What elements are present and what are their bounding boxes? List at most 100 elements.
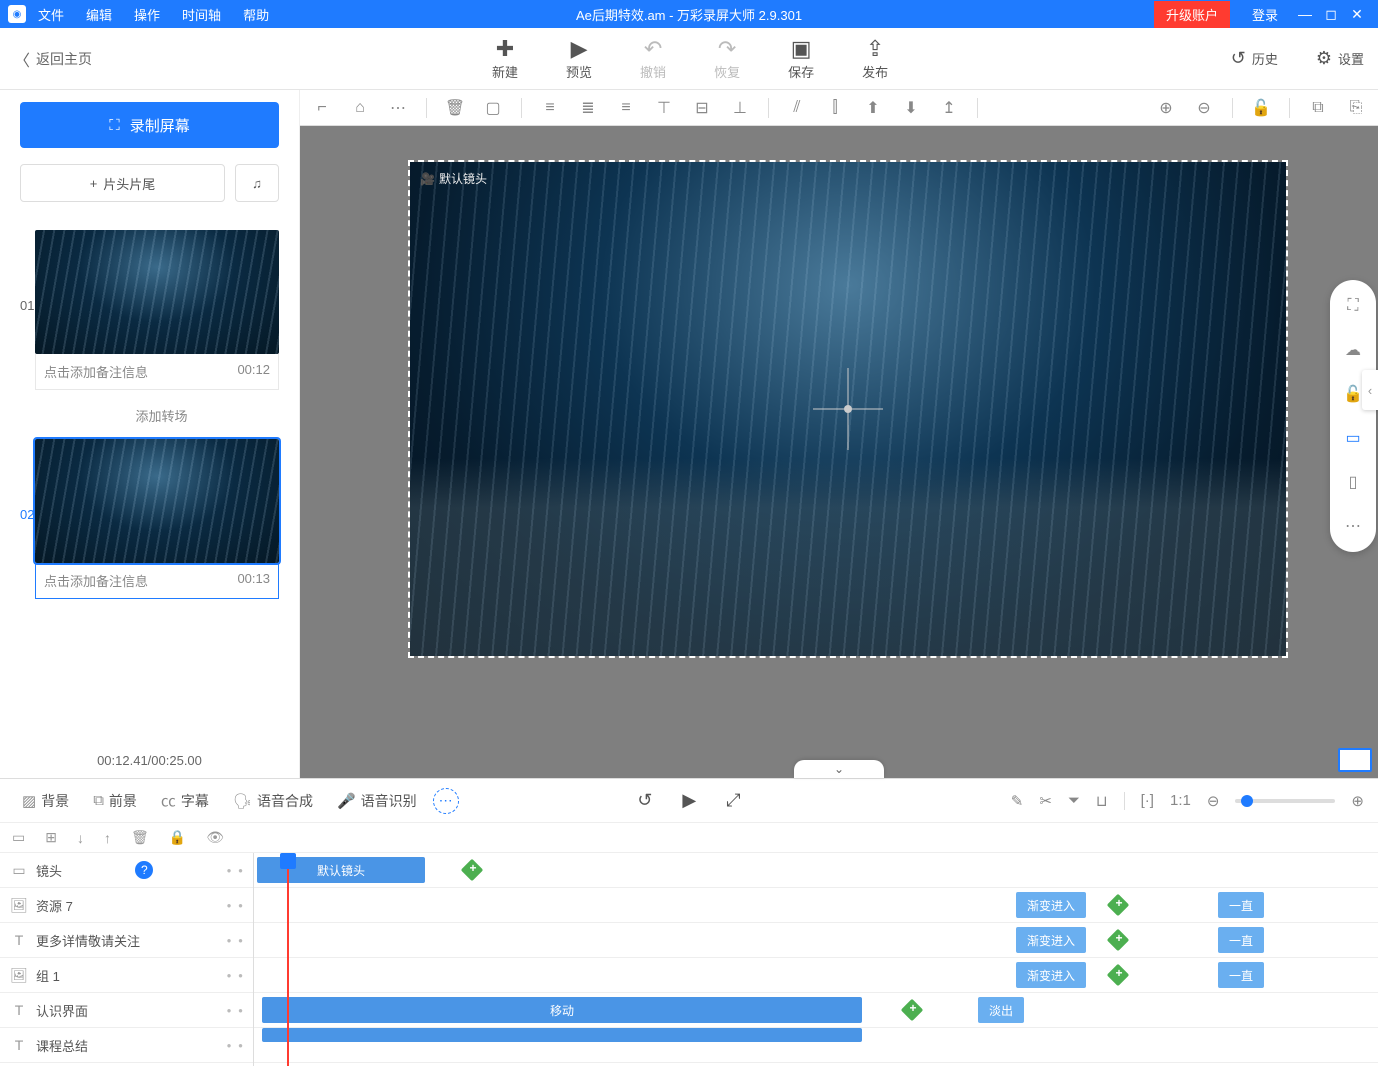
track-camera-lane[interactable]: 默认镜头	[254, 853, 1378, 888]
bracket-icon[interactable]: [·]	[1141, 792, 1154, 809]
playhead[interactable]	[287, 853, 289, 1066]
track-txt3-lane[interactable]	[254, 1028, 1378, 1063]
keyframe-icon[interactable]	[901, 999, 924, 1022]
align-left-icon[interactable]: ≡	[536, 94, 564, 122]
aspect-ratio-button[interactable]	[1338, 748, 1372, 772]
expand-icon[interactable]: ⤢	[726, 790, 740, 811]
track-resource-header[interactable]: 🖼资源 7● ●	[0, 888, 253, 923]
clip-fadein[interactable]: 渐变进入	[1016, 892, 1086, 918]
trash-icon[interactable]: 🗑	[441, 94, 469, 122]
edit-icon[interactable]: ✎	[1011, 792, 1024, 810]
align-right-icon[interactable]: ≡	[612, 94, 640, 122]
paste-icon[interactable]: ⎘	[1342, 94, 1370, 122]
keyframe-icon[interactable]	[461, 859, 484, 882]
mobile-icon[interactable]: ▯	[1341, 470, 1365, 494]
filter-icon[interactable]: ⏷	[1068, 792, 1080, 809]
tab-more[interactable]: ⋯	[433, 788, 459, 814]
align-middle-icon[interactable]: ⊟	[688, 94, 716, 122]
ruler-icon[interactable]: ⌐	[308, 94, 336, 122]
menu-file[interactable]: 文件	[38, 5, 64, 24]
copy-icon[interactable]: ⧉	[1304, 94, 1332, 122]
clip-fadeout[interactable]: 淡出	[978, 997, 1024, 1023]
align-center-icon[interactable]: ≣	[574, 94, 602, 122]
clip-always[interactable]: 一直	[1218, 892, 1264, 918]
play-icon[interactable]: ▶	[682, 790, 696, 811]
focus-icon[interactable]: ▢	[479, 94, 507, 122]
distribute-v-icon[interactable]: ⫿	[821, 94, 849, 122]
keyframe-icon[interactable]	[1107, 894, 1130, 917]
track-camera-header[interactable]: ▭镜头?● ●	[0, 853, 253, 888]
keyframe-icon[interactable]	[1107, 929, 1130, 952]
add-transition-button[interactable]: 添加转场	[44, 400, 279, 439]
preview-button[interactable]: ▶预览	[566, 36, 592, 81]
zoom-out-icon[interactable]: ⊖	[1190, 94, 1218, 122]
music-button[interactable]: ♫	[235, 164, 279, 202]
tab-foreground[interactable]: ⧉前景	[85, 786, 145, 816]
redo-button[interactable]: ↷恢复	[714, 36, 740, 81]
arrange-front-icon[interactable]: ↥	[935, 94, 963, 122]
login-button[interactable]: 登录	[1252, 5, 1278, 24]
home-icon[interactable]: ⌂	[346, 94, 374, 122]
clip-always[interactable]: 一直	[1218, 962, 1264, 988]
track-txt1-lane[interactable]: 渐变进入 一直	[254, 923, 1378, 958]
undo-button[interactable]: ↶撤销	[640, 36, 666, 81]
scene-thumbnail[interactable]	[35, 439, 279, 563]
fit-icon[interactable]: 1:1	[1170, 792, 1191, 809]
track-txt2-lane[interactable]: 移动 淡出	[254, 993, 1378, 1028]
scene-thumbnail[interactable]	[35, 230, 279, 354]
track-text3-header[interactable]: T课程总结● ●	[0, 1028, 253, 1063]
back-home-button[interactable]: 〈 返回主页	[14, 47, 92, 71]
down-icon[interactable]: ↓	[77, 830, 84, 846]
minimize-icon[interactable]: —	[1292, 6, 1318, 22]
scene-item-2[interactable]: 02 点击添加备注信息00:13	[20, 439, 279, 599]
clip-fadein[interactable]: 渐变进入	[1016, 927, 1086, 953]
zoom-in-icon[interactable]: ⊕	[1351, 792, 1364, 810]
arrange-bottom-icon[interactable]: ⬇	[897, 94, 925, 122]
track-res-lane[interactable]: 渐变进入 一直	[254, 888, 1378, 923]
clip-always[interactable]: 一直	[1218, 927, 1264, 953]
delete-icon[interactable]: 🗑	[131, 829, 149, 846]
keyframe-icon[interactable]	[1107, 964, 1130, 987]
track-text1-header[interactable]: T更多详情敬请关注● ●	[0, 923, 253, 958]
clip-move2[interactable]	[262, 1028, 862, 1042]
menu-edit[interactable]: 编辑	[86, 5, 112, 24]
tab-asr[interactable]: 🎤语音识别	[329, 786, 425, 816]
collapse-handle[interactable]: ⌄	[794, 760, 884, 778]
head-tail-button[interactable]: +片头片尾	[20, 164, 225, 202]
zoom-out-icon[interactable]: ⊖	[1207, 792, 1220, 810]
track-group-header[interactable]: 🖼组 1● ●	[0, 958, 253, 993]
arrange-top-icon[interactable]: ⬆	[859, 94, 887, 122]
close-icon[interactable]: ✕	[1344, 6, 1370, 23]
zoom-in-icon[interactable]: ⊕	[1152, 94, 1180, 122]
more-icon[interactable]: ⋯	[1341, 514, 1365, 538]
fullscreen-icon[interactable]: ⛶	[1341, 294, 1365, 318]
distribute-h-icon[interactable]: ⫽	[783, 94, 811, 122]
folder-icon[interactable]: ⊞	[45, 829, 57, 846]
cut-icon[interactable]: ✂	[1039, 792, 1052, 810]
zoom-slider[interactable]	[1235, 799, 1335, 803]
menu-timeline[interactable]: 时间轴	[182, 5, 221, 24]
menu-help[interactable]: 帮助	[243, 5, 269, 24]
align-top-icon[interactable]: ⊤	[650, 94, 678, 122]
preview-canvas[interactable]: 🎥默认镜头	[410, 162, 1286, 656]
maximize-icon[interactable]: ◻	[1318, 6, 1344, 23]
tab-background[interactable]: ▨背景	[14, 786, 77, 816]
new-button[interactable]: ✚新建	[492, 36, 518, 81]
settings-button[interactable]: ⚙设置	[1316, 46, 1364, 72]
scene-note[interactable]: 点击添加备注信息	[44, 362, 148, 381]
history-button[interactable]: ↺历史	[1231, 46, 1278, 72]
clip-move[interactable]: 移动	[262, 997, 862, 1023]
cloud-icon[interactable]: ☁	[1341, 338, 1365, 362]
up-icon[interactable]: ↑	[104, 830, 111, 846]
unlock-icon[interactable]: 🔓	[1247, 94, 1275, 122]
side-handle[interactable]: ‹	[1362, 370, 1378, 410]
more-h-icon[interactable]: ⋯	[384, 94, 412, 122]
track-lanes[interactable]: 0s 1s 2s 3s 4s 5s 6s 7s 8s 9s 10s 11s 12…	[254, 853, 1378, 1066]
save-button[interactable]: ▣保存	[788, 36, 814, 81]
track-text2-header[interactable]: T认识界面● ●	[0, 993, 253, 1028]
scene-item-1[interactable]: 01 点击添加备注信息00:12	[20, 230, 279, 390]
rewind-icon[interactable]: ↺	[637, 790, 652, 811]
record-screen-button[interactable]: ⛶ 录制屏幕	[20, 102, 279, 148]
visible-icon[interactable]: 👁	[206, 829, 224, 846]
help-icon[interactable]: ?	[135, 861, 153, 879]
